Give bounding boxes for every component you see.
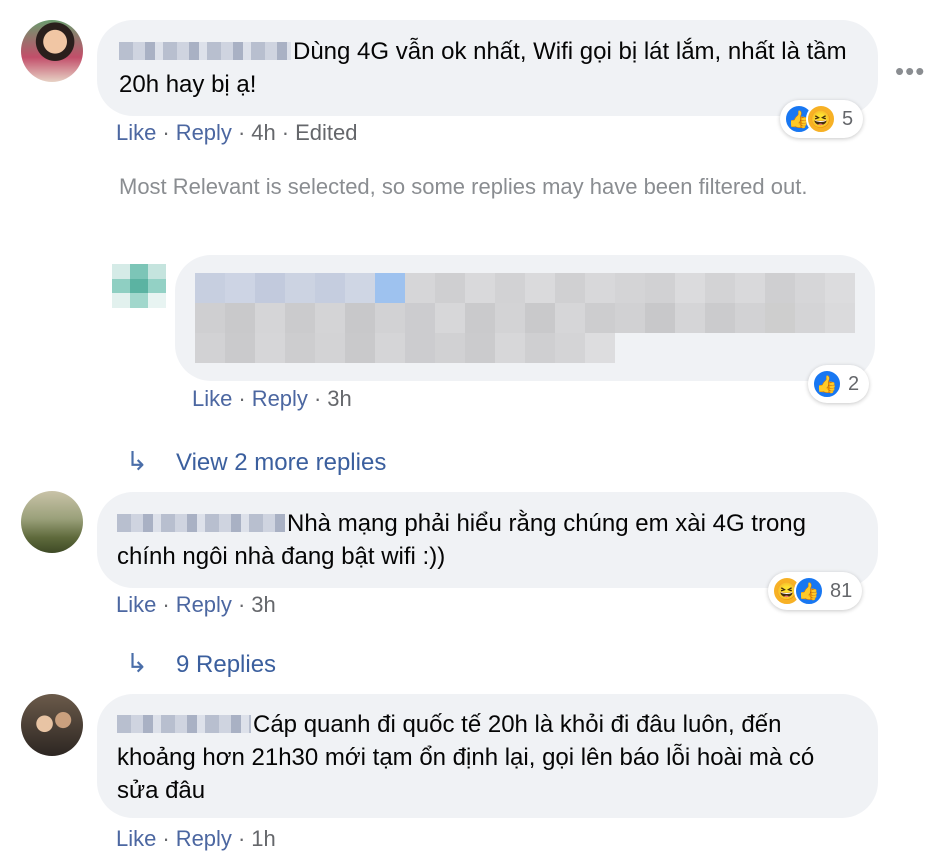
comment-bubble: Cáp quanh đi quốc tế 20h là khỏi đi đâu …: [97, 694, 878, 818]
edited-label: Edited: [295, 120, 358, 145]
more-options-icon[interactable]: •••: [895, 56, 925, 87]
comment-text-wrap: Cáp quanh đi quốc tế 20h là khỏi đi đâu …: [117, 708, 857, 807]
replies-label: 9 Replies: [176, 651, 277, 678]
timestamp[interactable]: 4h: [251, 120, 275, 145]
comment-text-wrap: Nhà mạng phải hiểu rằng chúng em xài 4G …: [117, 507, 817, 573]
separator: ·: [237, 592, 246, 617]
reaction-summary[interactable]: 👍 😆 5: [780, 100, 864, 138]
timestamp[interactable]: 3h: [251, 592, 275, 617]
avatar[interactable]: [21, 20, 83, 82]
comment-actions: Like · Reply · 1h: [116, 826, 276, 852]
reply-link[interactable]: Reply: [176, 120, 232, 145]
reaction-count: 81: [830, 579, 853, 602]
separator: ·: [162, 826, 170, 851]
separator: ·: [237, 826, 246, 851]
commenter-name[interactable]: [117, 715, 251, 733]
like-icon: 👍: [794, 576, 824, 606]
reaction-summary[interactable]: 👍 2: [808, 365, 870, 403]
reply-arrow-icon: ↳: [126, 648, 148, 678]
timestamp[interactable]: 1h: [251, 826, 275, 851]
like-link[interactable]: Like: [116, 592, 156, 617]
view-more-replies-link[interactable]: ↳ View 2 more replies: [126, 446, 386, 477]
comment-actions: Like · Reply · 4h · Edited: [116, 120, 357, 146]
replies-link[interactable]: ↳ 9 Replies: [126, 648, 276, 679]
commenter-name[interactable]: [117, 514, 285, 532]
comment-bubble: Dùng 4G vẫn ok nhất, Wifi gọi bị lát lắm…: [97, 20, 878, 116]
commenter-name[interactable]: [119, 42, 291, 60]
reply-link[interactable]: Reply: [176, 592, 232, 617]
comment-bubble: Nhà mạng phải hiểu rằng chúng em xài 4G …: [97, 492, 878, 588]
timestamp[interactable]: 3h: [327, 386, 351, 411]
like-link[interactable]: Like: [116, 120, 156, 145]
separator: ·: [162, 120, 170, 145]
separator: ·: [281, 120, 290, 145]
view-more-replies-label: View 2 more replies: [176, 449, 387, 476]
separator: ·: [162, 592, 170, 617]
separator: ·: [313, 386, 322, 411]
avatar[interactable]: [112, 264, 166, 308]
like-icon: 👍: [812, 369, 842, 399]
reply-bubble-redacted: [175, 255, 875, 381]
reply-actions: Like · Reply · 3h: [192, 386, 352, 412]
reply-link[interactable]: Reply: [176, 826, 232, 851]
reply-link[interactable]: Reply: [252, 386, 308, 411]
haha-icon: 😆: [806, 104, 836, 134]
comment-text-wrap: Dùng 4G vẫn ok nhất, Wifi gọi bị lát lắm…: [119, 35, 859, 101]
reaction-count: 5: [842, 107, 854, 130]
like-link[interactable]: Like: [192, 386, 232, 411]
like-link[interactable]: Like: [116, 826, 156, 851]
separator: ·: [237, 120, 246, 145]
reaction-count: 2: [848, 372, 860, 395]
filter-notice: Most Relevant is selected, so some repli…: [119, 174, 808, 199]
separator: ·: [238, 386, 246, 411]
comment-actions: Like · Reply · 3h: [116, 592, 276, 618]
reply-arrow-icon: ↳: [126, 446, 148, 476]
reaction-summary[interactable]: 😆 👍 81: [768, 572, 863, 610]
avatar[interactable]: [21, 694, 83, 756]
avatar[interactable]: [21, 491, 83, 553]
